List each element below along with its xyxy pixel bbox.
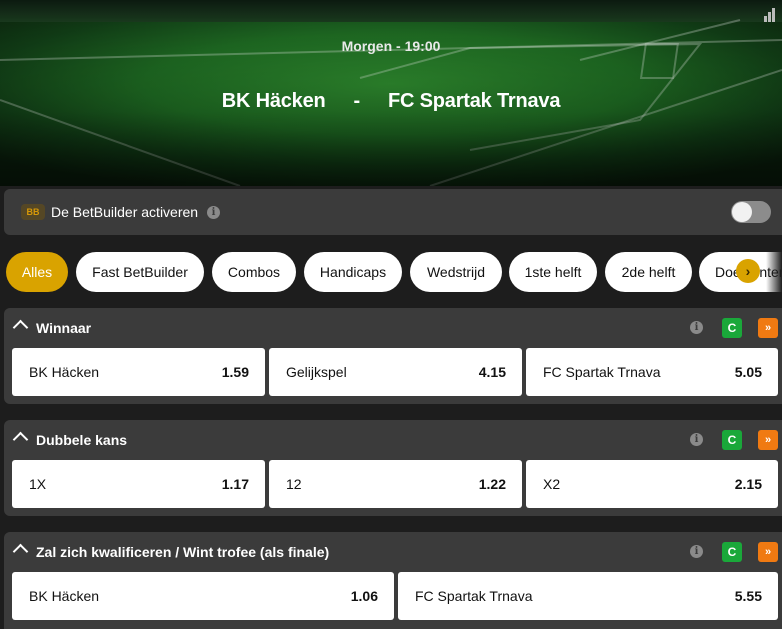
odds-button[interactable]: BK Häcken 1.06 <box>12 572 394 620</box>
market-header[interactable]: Dubbele kans i C » <box>4 420 782 460</box>
chips-fade <box>766 252 782 292</box>
market-title: Zal zich kwalificeren / Wint trofee (als… <box>36 544 330 560</box>
match-header: Morgen - 19:00 BK Häcken - FC Spartak Trna… <box>0 0 782 186</box>
betbuilder-bar: BB De BetBuilder activeren i <box>4 189 782 235</box>
filter-chip-1ste-helft[interactable]: 1ste helft <box>509 252 597 292</box>
info-icon[interactable]: i <box>690 321 703 334</box>
odds-button[interactable]: X2 2.15 <box>526 460 778 508</box>
outcome-odds: 4.15 <box>478 364 506 380</box>
market-header[interactable]: Zal zich kwalificeren / Wint trofee (als… <box>4 532 782 572</box>
match-title: BK Häcken - FC Spartak Trnava <box>0 90 782 113</box>
away-team: FC Spartak Trnava <box>388 90 561 112</box>
team-separator: - <box>353 90 361 112</box>
outcome-name: 12 <box>286 476 302 492</box>
chevron-up-icon[interactable] <box>12 319 29 336</box>
chevron-right-icon[interactable]: › <box>736 259 760 283</box>
betbuilder-badge-icon: BB <box>21 204 45 220</box>
cashout-icon[interactable]: C <box>722 430 742 450</box>
market-filter-bar: Alles Fast BetBuilder Combos Handicaps W… <box>0 252 782 292</box>
home-team: BK Häcken <box>221 90 326 112</box>
chevron-up-icon[interactable] <box>12 431 29 448</box>
filter-chip-handicaps[interactable]: Handicaps <box>304 252 402 292</box>
market-winnaar: Winnaar i C » BK Häcken 1.59 Gelijkspel … <box>4 308 782 404</box>
boost-icon[interactable]: » <box>758 542 778 562</box>
betbuilder-toggle[interactable] <box>731 201 771 223</box>
chevron-up-icon[interactable] <box>12 543 29 560</box>
boost-icon[interactable]: » <box>758 430 778 450</box>
cashout-icon[interactable]: C <box>722 542 742 562</box>
outcome-odds: 2.15 <box>734 476 762 492</box>
market-header[interactable]: Winnaar i C » <box>4 308 782 348</box>
filter-chip-combos[interactable]: Combos <box>212 252 296 292</box>
cashout-icon[interactable]: C <box>722 318 742 338</box>
filter-chip-fast-betbuilder[interactable]: Fast BetBuilder <box>76 252 204 292</box>
market-title: Dubbele kans <box>36 432 128 448</box>
info-icon[interactable]: i <box>690 433 703 446</box>
boost-icon[interactable]: » <box>758 318 778 338</box>
betbuilder-label: De BetBuilder activeren <box>51 204 199 220</box>
odds-button[interactable]: BK Häcken 1.59 <box>12 348 265 396</box>
market-title: Winnaar <box>36 320 92 336</box>
filter-chip-2de-helft[interactable]: 2de helft <box>605 252 692 292</box>
kickoff-time: Morgen - 19:00 <box>341 38 441 54</box>
info-icon[interactable]: i <box>207 206 220 219</box>
odds-button[interactable]: 12 1.22 <box>269 460 522 508</box>
outcome-name: Gelijkspel <box>286 364 347 380</box>
filter-chip-alles[interactable]: Alles <box>6 252 68 292</box>
outcome-odds: 5.55 <box>734 588 762 604</box>
odds-button[interactable]: FC Spartak Trnava 5.05 <box>526 348 778 396</box>
outcome-odds: 1.17 <box>221 476 249 492</box>
market-dubbele-kans: Dubbele kans i C » 1X 1.17 12 1.22 X2 2.… <box>4 420 782 516</box>
outcome-name: FC Spartak Trnava <box>543 364 661 380</box>
outcome-odds: 1.22 <box>478 476 506 492</box>
odds-button[interactable]: FC Spartak Trnava 5.55 <box>398 572 778 620</box>
toggle-knob <box>732 202 752 222</box>
info-icon[interactable]: i <box>690 545 703 558</box>
odds-button[interactable]: 1X 1.17 <box>12 460 265 508</box>
outcome-odds: 1.59 <box>221 364 249 380</box>
outcome-name: BK Häcken <box>29 364 100 380</box>
outcome-name: 1X <box>29 476 47 492</box>
outcome-odds: 1.06 <box>350 588 378 604</box>
odds-button[interactable]: Gelijkspel 4.15 <box>269 348 522 396</box>
market-kwalificeren: Zal zich kwalificeren / Wint trofee (als… <box>4 532 782 629</box>
outcome-name: X2 <box>543 476 561 492</box>
outcome-odds: 5.05 <box>734 364 762 380</box>
bar-chart-icon[interactable] <box>764 8 776 22</box>
filter-chip-wedstrijd[interactable]: Wedstrijd <box>410 252 502 292</box>
outcome-name: FC Spartak Trnava <box>415 588 533 604</box>
outcome-name: BK Häcken <box>29 588 100 604</box>
